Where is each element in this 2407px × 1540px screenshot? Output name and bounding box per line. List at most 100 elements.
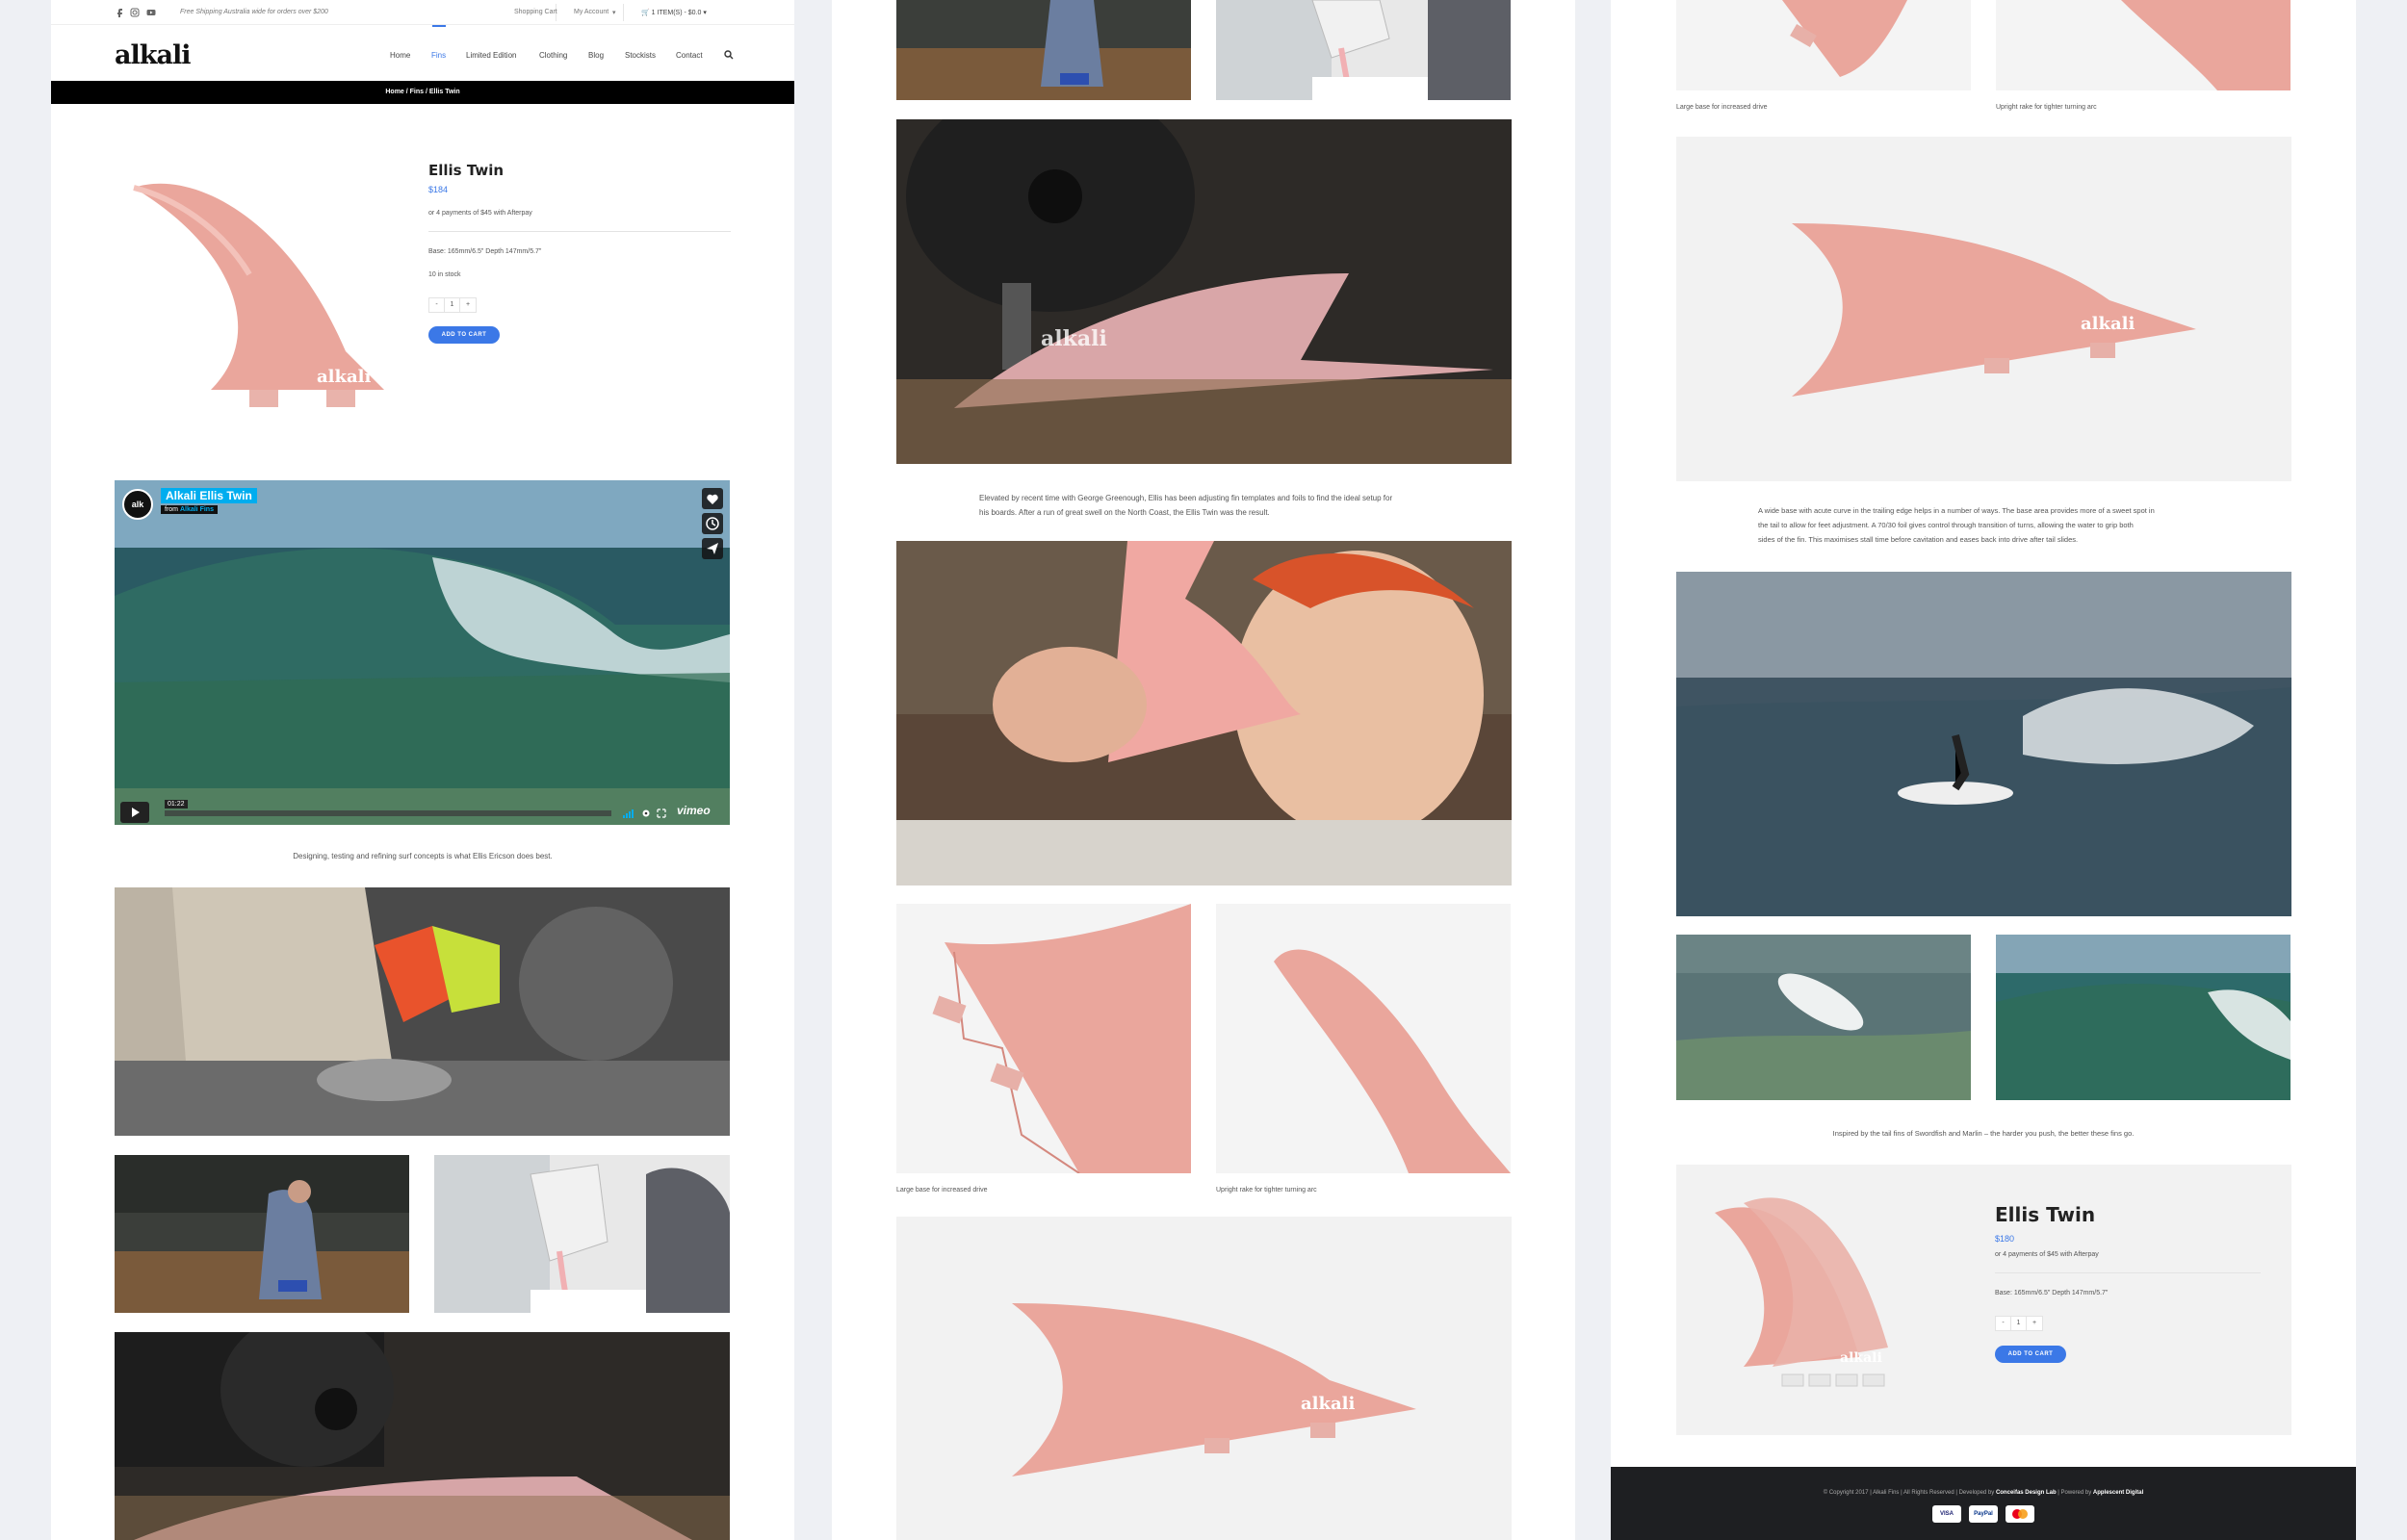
page-panel-bottom: Large base for increased drive Upright r… xyxy=(1611,0,2356,1540)
wide-base-line-2: the tail to allow for feet adjustment. A… xyxy=(1758,521,2134,529)
fin-side-view-image[interactable]: alkali xyxy=(1676,137,2291,481)
active-nav-indicator xyxy=(432,25,446,27)
progress-bar[interactable] xyxy=(165,810,611,816)
page-panel-top: Free Shipping Australia wide for orders … xyxy=(51,0,794,1540)
qty-plus-button[interactable]: + xyxy=(2027,1317,2042,1330)
grinding-image[interactable] xyxy=(115,887,730,1136)
ellis-holding-fin-image[interactable] xyxy=(896,541,1512,886)
fin-upright-rake-image[interactable] xyxy=(1996,0,2291,90)
svg-text:alkali: alkali xyxy=(317,367,371,387)
video-player[interactable]: alk Alkali Ellis Twin from Alkali Fins 0… xyxy=(115,480,730,825)
channel-badge[interactable]: alk xyxy=(122,489,153,520)
fin-large-base-image[interactable] xyxy=(896,904,1191,1173)
wide-base-line-3: sides of the fin. This maximises stall t… xyxy=(1758,535,2079,544)
fin-side-view-image[interactable]: alkali xyxy=(896,1217,1512,1540)
large-base-caption: Large base for increased drive xyxy=(896,1187,988,1194)
mastercard-icon xyxy=(2006,1505,2034,1523)
surfing-air-image[interactable] xyxy=(1676,935,1971,1100)
divider xyxy=(623,4,624,21)
product-summary-price: $180 xyxy=(1995,1234,2015,1244)
watch-later-button[interactable] xyxy=(702,513,723,534)
fin-drilling-image[interactable] xyxy=(115,1332,730,1540)
visa-icon: VISA xyxy=(1932,1505,1961,1523)
svg-text:alkali: alkali xyxy=(1301,1394,1355,1414)
nav-blog[interactable]: Blog xyxy=(588,51,604,60)
like-button[interactable] xyxy=(702,488,723,509)
chevron-down-icon: ▾ xyxy=(612,10,616,16)
share-button[interactable] xyxy=(702,538,723,559)
ellis-story-text: Elevated by recent time with George Gree… xyxy=(979,491,1441,520)
video-controls: 01:22 vimeo xyxy=(115,800,730,825)
svg-text:alkali: alkali xyxy=(1840,1350,1882,1366)
search-icon[interactable] xyxy=(724,50,734,60)
product-summary-card: alkali xyxy=(1676,1165,2291,1435)
youtube-icon[interactable] xyxy=(146,8,156,17)
paypal-icon: PayPal xyxy=(1969,1505,1998,1523)
nav-stockists[interactable]: Stockists xyxy=(625,51,656,60)
site-logo[interactable]: alkali xyxy=(115,40,191,70)
page-panel-middle: alkali Elevated by recent time with Geor… xyxy=(832,0,1575,1540)
cart-icon: 🛒 xyxy=(641,10,652,16)
video-title[interactable]: Alkali Ellis Twin xyxy=(161,488,257,503)
large-base-caption: Large base for increased drive xyxy=(1676,104,1768,111)
quantity-stepper[interactable]: - 1 + xyxy=(428,297,477,313)
qty-value[interactable]: 1 xyxy=(2011,1317,2027,1330)
product-image[interactable]: alkali xyxy=(115,159,480,438)
facebook-icon[interactable] xyxy=(115,8,124,17)
upright-rake-caption: Upright rake for tighter turning arc xyxy=(1996,104,2097,111)
workshop-image-1[interactable] xyxy=(115,1155,409,1313)
top-bar: Free Shipping Australia wide for orders … xyxy=(51,0,794,25)
nav-home[interactable]: Home xyxy=(390,51,410,60)
vimeo-logo[interactable]: vimeo xyxy=(677,804,711,817)
pouring-resin-image[interactable] xyxy=(434,1155,730,1313)
afterpay-text: or 4 payments of $45 with Afterpay xyxy=(428,210,532,217)
wide-base-line-1: A wide base with acute curve in the trai… xyxy=(1758,506,2155,515)
video-caption: Designing, testing and refining surf con… xyxy=(293,852,553,860)
qty-minus-button[interactable]: - xyxy=(429,298,445,312)
video-channel[interactable]: Alkali Fins xyxy=(180,506,214,513)
stock-status: 10 in stock xyxy=(428,271,461,278)
product-price: $184 xyxy=(428,185,449,194)
my-account-link[interactable]: My Account xyxy=(574,9,608,15)
cart-summary-text: 1 ITEM(S) - $0.0 xyxy=(651,10,702,16)
play-button[interactable] xyxy=(120,802,149,823)
nav-clothing[interactable]: Clothing xyxy=(539,51,567,60)
product-summary-dimensions: Base: 165mm/6.5" Depth 147mm/5.7" xyxy=(1995,1290,2109,1296)
quantity-stepper-summary[interactable]: - 1 + xyxy=(1995,1316,2043,1331)
qty-minus-button[interactable]: - xyxy=(1996,1317,2011,1330)
mastercard-circles xyxy=(2012,1509,2028,1519)
divider xyxy=(1995,1272,2261,1273)
add-to-cart-button-summary[interactable]: ADD TO CART xyxy=(1995,1346,2066,1363)
surfing-barrel-image[interactable] xyxy=(1996,935,2291,1100)
send-icon xyxy=(707,543,718,554)
nav-contact[interactable]: Contact xyxy=(676,51,703,60)
workshop-image-1[interactable] xyxy=(896,0,1191,100)
instagram-icon[interactable] xyxy=(130,8,140,17)
qty-value[interactable]: 1 xyxy=(445,298,460,312)
clock-icon xyxy=(706,517,719,530)
nav-limited-edition[interactable]: Limited Edition xyxy=(466,51,516,60)
product-dimensions: Base: 165mm/6.5" Depth 147mm/5.7" xyxy=(428,248,542,255)
shopping-cart-link[interactable]: Shopping Cart xyxy=(514,9,557,15)
product-image-twin[interactable]: alkali xyxy=(1686,1165,1975,1435)
ellis-story-line-2: his boards. After a run of great swell o… xyxy=(979,508,1270,517)
fin-drilling-image[interactable]: alkali xyxy=(896,119,1512,464)
upright-rake-caption: Upright rake for tighter turning arc xyxy=(1216,1187,1317,1194)
qty-plus-button[interactable]: + xyxy=(460,298,476,312)
pouring-resin-image[interactable] xyxy=(1216,0,1511,100)
powered-link[interactable]: Applescent Digital xyxy=(2093,1490,2143,1496)
heart-icon xyxy=(707,494,718,504)
cart-summary[interactable]: 🛒 1 ITEM(S) - $0.0 ▾ xyxy=(641,9,707,16)
volume-settings-fullscreen-icons[interactable] xyxy=(623,808,669,819)
ellis-story-line-1: Elevated by recent time with George Gree… xyxy=(979,494,1393,502)
fin-upright-rake-image[interactable] xyxy=(1216,904,1511,1173)
surfing-image[interactable] xyxy=(1676,572,2291,916)
fin-large-base-image[interactable] xyxy=(1676,0,1971,90)
developer-link[interactable]: Conceifas Design Lab xyxy=(1996,1490,2057,1496)
add-to-cart-button[interactable]: ADD TO CART xyxy=(428,326,500,344)
video-frame xyxy=(115,480,730,825)
play-icon xyxy=(132,808,140,817)
product-summary-afterpay: or 4 payments of $45 with Afterpay xyxy=(1995,1251,2099,1258)
shipping-notice: Free Shipping Australia wide for orders … xyxy=(180,9,328,15)
nav-fins[interactable]: Fins xyxy=(431,51,446,60)
